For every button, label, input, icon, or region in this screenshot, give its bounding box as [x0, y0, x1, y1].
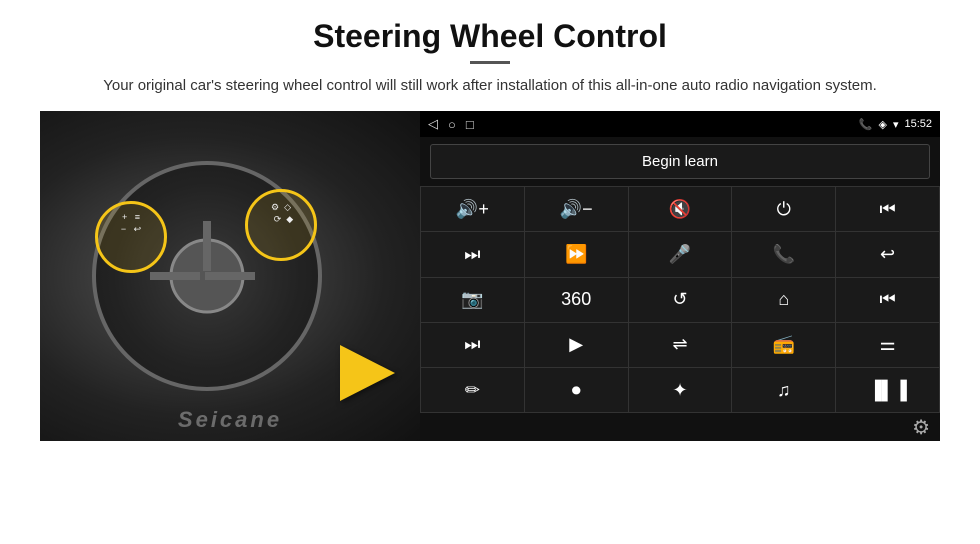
status-time: 15:52 [904, 118, 932, 130]
nav-recent-icon[interactable]: □ [466, 117, 474, 132]
nav-home-icon[interactable]: ○ [448, 117, 456, 132]
bluetooth-icon[interactable]: ✦ [629, 368, 732, 412]
skip-icon[interactable]: ⏭ [421, 323, 524, 367]
location-icon: ◈ [878, 118, 886, 131]
wifi-icon: ▾ [893, 118, 899, 131]
page-subtitle: Your original car's steering wheel contr… [103, 74, 877, 97]
page-title: Steering Wheel Control [313, 18, 667, 55]
spectrum-icon[interactable]: ▐▌▐ [836, 368, 939, 412]
end-call-icon[interactable]: ↩ [836, 232, 939, 276]
next-icon[interactable]: ⏭ [421, 232, 524, 276]
title-divider [470, 61, 510, 64]
content-row: + ≡− ↩ ⚙ ◇ ⟳ ◆ Seicane ◁ ○ [40, 111, 940, 441]
nav-back-icon[interactable]: ◁ [428, 116, 438, 132]
settings-gear-icon[interactable]: ⚙ [912, 415, 930, 440]
nav-icon[interactable]: ▶ [525, 323, 628, 367]
left-button-group-highlight: + ≡− ↩ [95, 201, 167, 273]
wheel-background: + ≡− ↩ ⚙ ◇ ⟳ ◆ Seicane [40, 111, 420, 441]
status-bar: ◁ ○ □ 📞 ◈ ▾ 15:52 [420, 111, 940, 137]
source-icon[interactable]: ⇌ [629, 323, 732, 367]
power-icon[interactable]: ⏻ [732, 187, 835, 231]
page: Steering Wheel Control Your original car… [0, 0, 980, 544]
nav-buttons: ◁ ○ □ [428, 116, 474, 132]
record-icon[interactable]: ⏺ [525, 368, 628, 412]
begin-learn-button[interactable]: Begin learn [430, 144, 930, 179]
camera-icon[interactable]: 📷 [421, 278, 524, 322]
status-indicators: 📞 ◈ ▾ 15:52 [859, 118, 932, 131]
begin-learn-row: Begin learn [420, 137, 940, 186]
seicane-watermark: Seicane [178, 407, 282, 433]
call-prev-icon[interactable]: ⏮ [836, 187, 939, 231]
back-nav-icon[interactable]: ↺ [629, 278, 732, 322]
phone-status-icon: 📞 [859, 118, 873, 131]
vol-up-icon[interactable]: 🔊+ [421, 187, 524, 231]
vol-down-icon[interactable]: 🔊− [525, 187, 628, 231]
prev-icon[interactable]: ⏮ [836, 278, 939, 322]
home-nav-icon[interactable]: ⌂ [732, 278, 835, 322]
steering-wheel-panel: + ≡− ↩ ⚙ ◇ ⟳ ◆ Seicane [40, 111, 420, 441]
right-button-group-highlight: ⚙ ◇ ⟳ ◆ [245, 189, 317, 261]
shuffle-icon[interactable]: ⏩ [525, 232, 628, 276]
phone-icon[interactable]: 📞 [732, 232, 835, 276]
mute-icon[interactable]: 🔇 [629, 187, 732, 231]
bottom-bar: ⚙ [420, 413, 940, 441]
arrow-indicator [340, 345, 395, 401]
control-icon-grid: 🔊+🔊−🔇⏻⏮⏭⏩🎤📞↩📷360↺⌂⏮⏭▶⇌📻⚌✏⏺✦♫▐▌▐ [420, 186, 940, 413]
music-icon[interactable]: ♫ [732, 368, 835, 412]
edit-icon[interactable]: ✏ [421, 368, 524, 412]
360-icon[interactable]: 360 [525, 278, 628, 322]
head-unit-panel: ◁ ○ □ 📞 ◈ ▾ 15:52 Begin learn 🔊+🔊−🔇⏻⏮⏭⏩🎤… [420, 111, 940, 441]
eq-icon[interactable]: ⚌ [836, 323, 939, 367]
radio-icon[interactable]: 📻 [732, 323, 835, 367]
mic-icon[interactable]: 🎤 [629, 232, 732, 276]
